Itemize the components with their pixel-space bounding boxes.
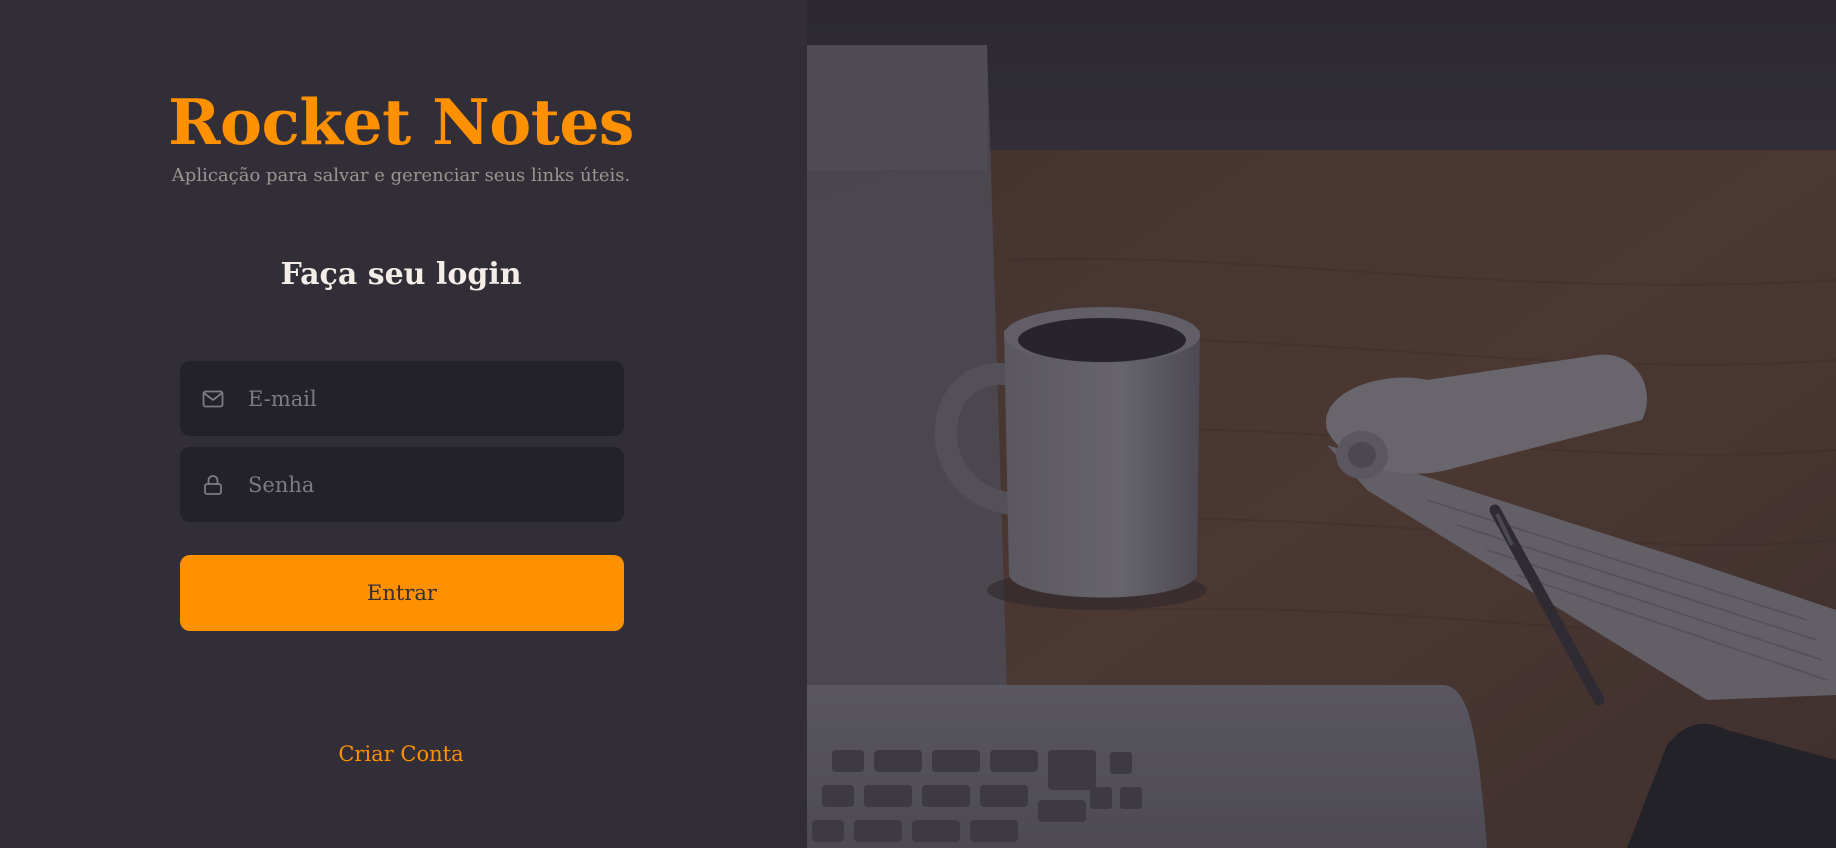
email-field[interactable] (180, 361, 624, 436)
signin-page: Rocket Notes Aplicação para salvar e ger… (0, 0, 1836, 848)
mail-icon (200, 386, 226, 412)
password-field[interactable] (180, 447, 624, 522)
password-input[interactable] (248, 447, 624, 522)
app-title: Rocket Notes (168, 85, 634, 159)
create-account-link[interactable]: Criar Conta (0, 740, 802, 768)
lock-icon (200, 472, 226, 498)
app-subtitle: Aplicação para salvar e gerenciar seus l… (171, 165, 631, 186)
login-heading: Faça seu login (280, 257, 522, 292)
email-input[interactable] (248, 361, 624, 436)
login-form-panel: Rocket Notes Aplicação para salvar e ger… (0, 0, 807, 848)
image-dark-overlay (807, 0, 1836, 848)
background-image-panel (807, 0, 1836, 848)
login-button[interactable]: Entrar (180, 555, 624, 631)
